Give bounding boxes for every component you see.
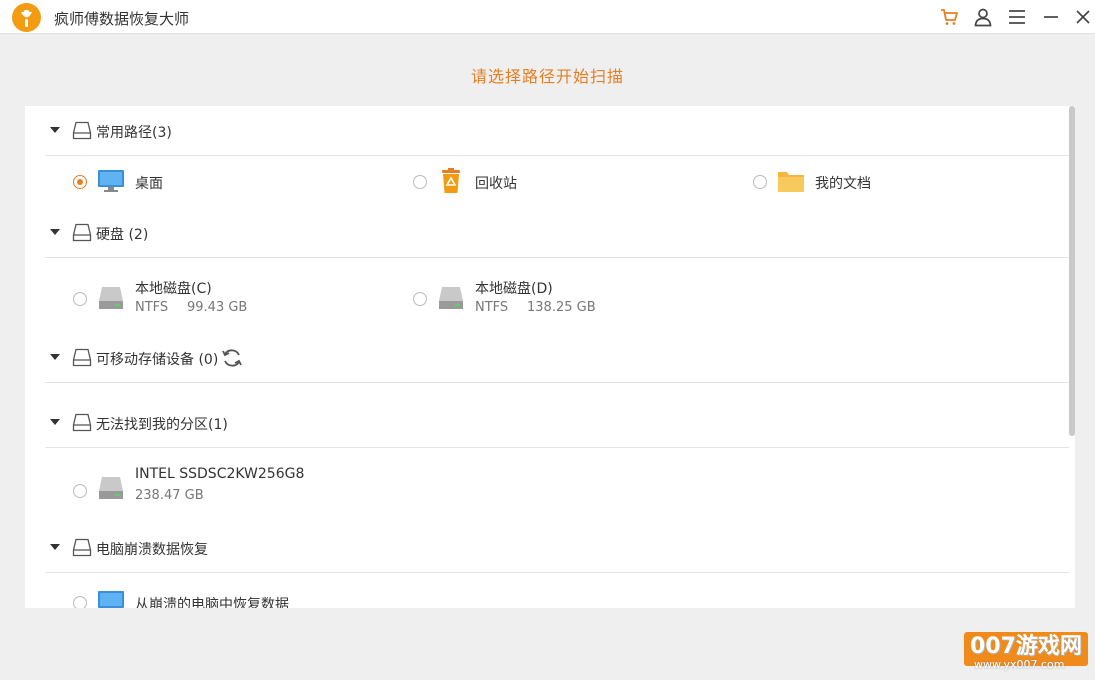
hard-drive-icon	[99, 287, 123, 309]
radio-button[interactable]	[73, 292, 87, 306]
app-title: 疯师傅数据恢复大师	[54, 10, 190, 28]
disk-size: 99.43 GB	[187, 300, 248, 315]
drive-outline-icon	[72, 413, 92, 432]
hamburger-menu-icon	[1009, 10, 1025, 24]
drive-outline-icon	[72, 121, 92, 140]
radio-button[interactable]	[73, 596, 87, 608]
folder-icon	[778, 172, 804, 192]
crash-recovery-item[interactable]: 从崩溃的电脑中恢复数据	[73, 583, 473, 608]
radio-button[interactable]	[753, 175, 767, 189]
radio-button[interactable]	[73, 175, 87, 189]
vertical-scrollbar[interactable]	[1069, 106, 1075, 436]
hard-drive-icon	[99, 477, 123, 499]
path-item-desktop[interactable]: 桌面	[73, 162, 373, 202]
section-title: 无法找到我的分区(1)	[96, 417, 228, 433]
title-bar: 疯师傅数据恢复大师	[0, 0, 1095, 34]
hard-drive-icon	[439, 287, 463, 309]
disk-size: 138.25 GB	[527, 300, 596, 315]
section-title: 可移动存储设备 (0)	[96, 352, 219, 368]
close-icon	[1076, 10, 1090, 24]
close-button[interactable]	[1071, 5, 1095, 29]
drive-outline-icon	[72, 223, 92, 242]
disk-name: 本地磁盘(C)	[135, 281, 212, 297]
disk-name: 本地磁盘(D)	[475, 281, 553, 297]
collapse-caret-icon[interactable]	[50, 544, 60, 550]
radio-button[interactable]	[413, 175, 427, 189]
section-header-common[interactable]: 常用路径(3)	[45, 106, 1069, 156]
menu-button[interactable]	[1005, 5, 1029, 29]
section-header-disks[interactable]: 硬盘 (2)	[45, 208, 1069, 258]
collapse-caret-icon[interactable]	[50, 127, 60, 133]
watermark-url: www.yx007.com	[974, 658, 1065, 671]
item-label: 回收站	[475, 176, 517, 192]
minimize-icon	[1044, 16, 1058, 18]
disk-filesystem: NTFS	[135, 300, 169, 315]
section-header-removable[interactable]: 可移动存储设备 (0)	[45, 333, 1069, 383]
radio-button[interactable]	[73, 484, 87, 498]
disk-size: 238.47 GB	[135, 488, 204, 503]
desktop-monitor-icon	[98, 591, 124, 608]
item-label: 桌面	[135, 176, 163, 192]
section-title: 常用路径(3)	[96, 125, 172, 141]
disk-item-d[interactable]: 本地磁盘(D) NTFS 138.25 GB	[413, 278, 713, 318]
section-header-lost-partition[interactable]: 无法找到我的分区(1)	[45, 398, 1069, 448]
radio-button[interactable]	[413, 292, 427, 306]
item-label: 我的文档	[815, 176, 871, 192]
collapse-caret-icon[interactable]	[50, 229, 60, 235]
cart-button[interactable]	[937, 5, 961, 29]
watermark-text: 007游戏网	[970, 634, 1082, 659]
section-header-crash[interactable]: 电脑崩溃数据恢复	[45, 523, 1069, 573]
refresh-icon[interactable]	[221, 347, 243, 369]
disk-item-c[interactable]: 本地磁盘(C) NTFS 99.43 GB	[73, 278, 373, 318]
disk-name: INTEL SSDSC2KW256G8	[135, 466, 305, 482]
path-item-recycle-bin[interactable]: 回收站	[413, 162, 713, 202]
account-button[interactable]	[971, 5, 995, 29]
drive-outline-icon	[72, 538, 92, 557]
collapse-caret-icon[interactable]	[50, 354, 60, 360]
section-title: 电脑崩溃数据恢复	[96, 542, 208, 558]
disk-filesystem: NTFS	[475, 300, 509, 315]
recycle-bin-icon	[442, 168, 460, 193]
drive-outline-icon	[72, 348, 92, 367]
desktop-monitor-icon	[98, 170, 124, 192]
path-item-my-documents[interactable]: 我的文档	[753, 162, 1053, 202]
partition-item-intel-ssd[interactable]: INTEL SSDSC2KW256G8 238.47 GB	[73, 466, 373, 506]
cart-icon	[941, 9, 958, 25]
location-panel: 常用路径(3) 桌面 回收站 我的文档 硬盘 (2) 本地磁盘(C) NTFS …	[25, 106, 1075, 608]
item-label: 从崩溃的电脑中恢复数据	[135, 597, 289, 608]
watermark: 007游戏网 www.yx007.com	[964, 628, 1089, 672]
minimize-button[interactable]	[1039, 5, 1063, 29]
section-title: 硬盘 (2)	[96, 227, 149, 243]
user-icon	[974, 8, 992, 27]
page-heading: 请选择路径开始扫描	[470, 67, 624, 86]
collapse-caret-icon[interactable]	[50, 419, 60, 425]
app-logo-icon	[12, 3, 41, 32]
